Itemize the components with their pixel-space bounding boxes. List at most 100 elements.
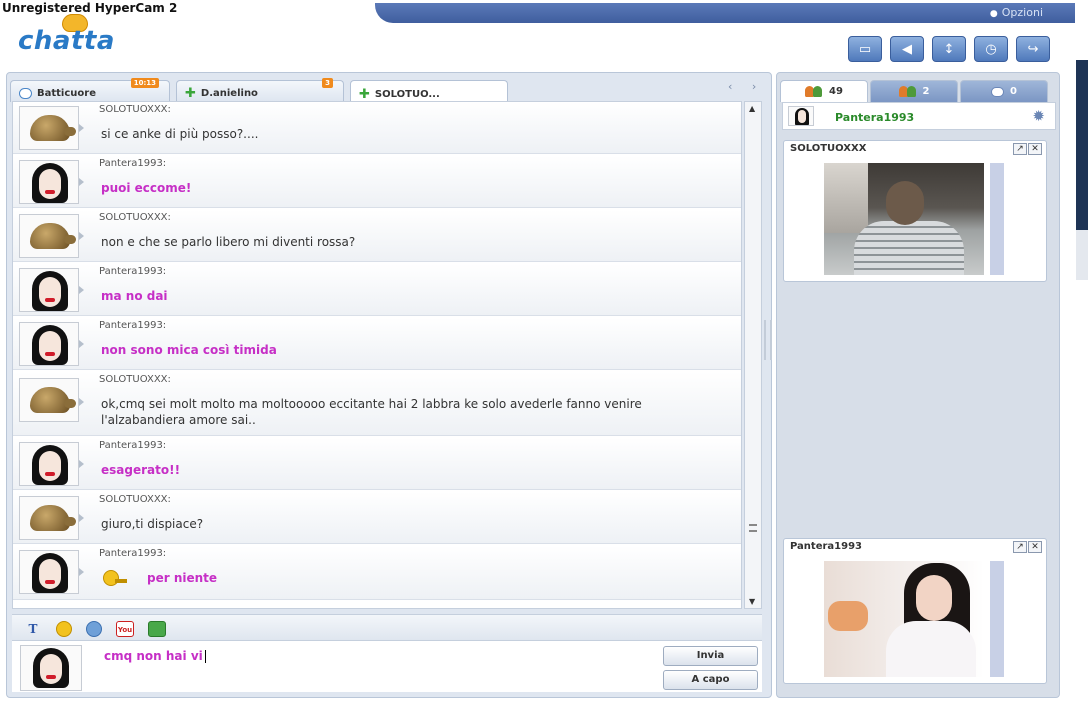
webcam-window: Pantera1993 ↗ ✕ (783, 538, 1047, 684)
webcam-title: SOLOTUOXXX (790, 143, 867, 154)
tab-batticuore[interactable]: Batticuore 10:13 (10, 78, 170, 102)
message-scrollbar[interactable]: ▲ ▼ (744, 101, 762, 609)
history-button[interactable]: ◷ (974, 36, 1008, 62)
message-text: si ce anke di più posso?.... (101, 127, 259, 141)
message-nick: Pantera1993: (99, 548, 167, 559)
app-logo: chatta (18, 26, 115, 56)
avatar (19, 268, 79, 312)
message-text: ma no dai (101, 289, 168, 303)
scroll-down-icon[interactable]: ▼ (749, 597, 755, 606)
message-text: giuro,ti dispiace? (101, 517, 204, 531)
tab-solotuo[interactable]: ✚ SOLOTUO... (350, 80, 508, 103)
message-item: SOLOTUOXXX: non e che se parlo libero mi… (13, 210, 741, 262)
tab-badge: 3 (322, 78, 333, 88)
message-text: non sono mica così timida (101, 343, 277, 357)
tab-label: SOLOTUO... (374, 88, 440, 100)
plus-icon: ✚ (359, 86, 370, 102)
friends-count: 2 (922, 86, 930, 97)
avatar (19, 550, 79, 594)
message-bubble-icon (991, 86, 1005, 97)
send-button[interactable]: Invia (663, 646, 758, 666)
top-bar: Opzioni (375, 3, 1075, 23)
header-toolbar: ▭ ◀ ↕ ◷ ↪ (848, 36, 1050, 62)
message-item: Pantera1993: puoi eccome! (13, 156, 741, 208)
tab-label: D.anielino (200, 88, 258, 99)
close-icon[interactable]: ✕ (1028, 541, 1042, 553)
youtube-icon[interactable]: You (116, 621, 134, 637)
background-window-edge (1076, 30, 1088, 280)
tab-friends[interactable]: 2 (870, 80, 958, 102)
messages-count: 0 (1010, 86, 1017, 97)
message-item: Pantera1993: esagerato!! (13, 438, 741, 490)
message-list: SOLOTUOXXX: si ce anke di più posso?....… (12, 101, 742, 609)
format-toolbar: T You (12, 614, 762, 640)
message-item: SOLOTUOXXX: giuro,ti dispiace? (13, 492, 741, 544)
message-nick: SOLOTUOXXX: (99, 104, 171, 115)
message-text: ok,cmq sei molt molto ma moltooooo eccit… (101, 397, 642, 427)
message-input-area: cmq non hai vi Invia A capo (12, 640, 762, 692)
webcam-title: Pantera1993 (790, 541, 863, 552)
message-nick: Pantera1993: (99, 266, 167, 277)
webcam-video (824, 163, 984, 275)
current-username: Pantera1993 (835, 111, 915, 124)
wink-icon[interactable] (86, 621, 102, 637)
message-text: non e che se parlo libero mi diventi ros… (101, 235, 356, 249)
message-nick: Pantera1993: (99, 440, 167, 451)
layout-button[interactable]: ↕ (932, 36, 966, 62)
gear-icon[interactable]: ✹ (1032, 107, 1045, 125)
tab-danielino[interactable]: ✚ D.anielino 3 (176, 78, 344, 102)
chat-bubble-icon (19, 88, 32, 99)
emoticon-icon[interactable] (56, 621, 72, 637)
exit-icon: ↪ (1027, 41, 1039, 57)
scroll-up-icon[interactable]: ▲ (749, 104, 755, 113)
message-text: esagerato!! (101, 463, 181, 477)
tab-badge: 10:13 (130, 78, 159, 88)
close-icon[interactable]: ✕ (1028, 143, 1042, 155)
avatar (19, 442, 79, 486)
message-nick: SOLOTUOXXX: (99, 494, 171, 505)
tab-scroll-arrows[interactable]: ‹ › (728, 80, 764, 93)
clock-icon: ◷ (985, 41, 997, 57)
updown-icon: ↕ (943, 41, 955, 57)
message-text: puoi eccome! (101, 181, 192, 195)
tab-label: Batticuore (37, 88, 96, 99)
scroll-grip-icon[interactable] (749, 524, 757, 532)
chat-tabs: Batticuore 10:13 ✚ D.anielino 3 ✚ SOLOTU… (10, 78, 508, 103)
message-item: SOLOTUOXXX: ok,cmq sei molt molto ma mol… (13, 372, 741, 436)
key-smiley-icon (101, 570, 129, 588)
avatar (19, 214, 79, 258)
speaker-icon: ◀ (902, 41, 912, 57)
message-nick: Pantera1993: (99, 320, 167, 331)
expand-icon[interactable]: ↗ (1013, 143, 1027, 155)
user-avatar (788, 106, 814, 126)
users-count: 49 (829, 86, 843, 97)
avatar (19, 160, 79, 204)
text-format-icon[interactable]: T (24, 621, 42, 637)
games-button[interactable]: ▭ (848, 36, 882, 62)
panel-splitter[interactable] (764, 320, 772, 360)
hypercam-watermark: Unregistered HyperCam 2 (2, 1, 178, 15)
games-icon[interactable] (148, 621, 166, 637)
message-input[interactable]: cmq non hai vi (104, 649, 206, 663)
right-tabs: 49 2 0 (780, 80, 1048, 102)
sound-button[interactable]: ◀ (890, 36, 924, 62)
avatar (19, 106, 79, 150)
current-user-bar: Pantera1993 ✹ (782, 102, 1056, 130)
message-item: Pantera1993: non sono mica così timida (13, 318, 741, 370)
my-avatar (20, 645, 82, 691)
newline-button[interactable]: A capo (663, 670, 758, 690)
message-item: Pantera1993: ma no dai (13, 264, 741, 316)
options-link[interactable]: Opzioni (990, 6, 1043, 19)
message-nick: SOLOTUOXXX: (99, 374, 171, 385)
message-nick: Pantera1993: (99, 158, 167, 169)
webcam-side-bar (990, 163, 1004, 275)
tab-users[interactable]: 49 (780, 80, 868, 102)
friends-icon (898, 85, 917, 98)
message-text: per niente (147, 571, 218, 585)
expand-icon[interactable]: ↗ (1013, 541, 1027, 553)
message-item: Pantera1993: per niente (13, 546, 741, 600)
tab-messages[interactable]: 0 (960, 80, 1048, 102)
avatar (19, 378, 79, 422)
message-item: SOLOTUOXXX: si ce anke di più posso?.... (13, 102, 741, 154)
logout-button[interactable]: ↪ (1016, 36, 1050, 62)
